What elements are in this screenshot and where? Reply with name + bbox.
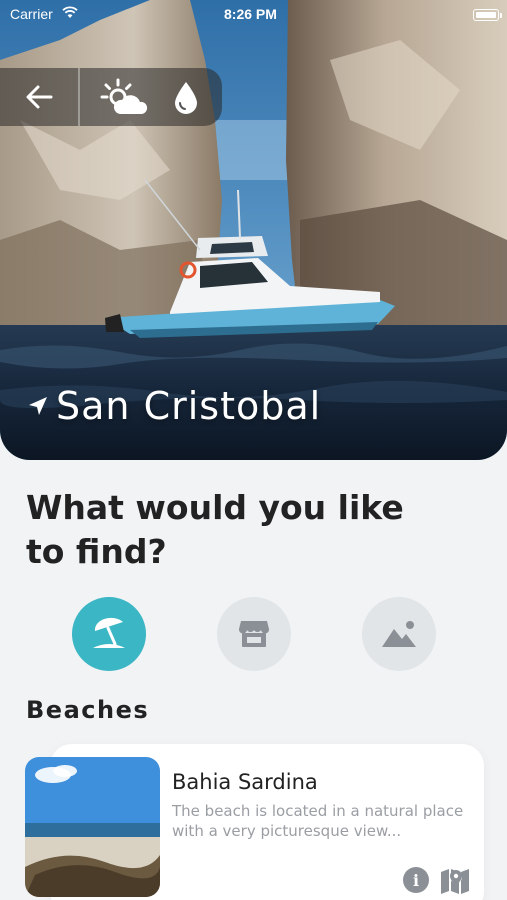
- battery-icon: [473, 9, 502, 21]
- location-name: San Cristobal: [56, 384, 322, 428]
- water-drop-icon[interactable]: [170, 80, 202, 116]
- partly-sunny-icon[interactable]: [100, 78, 150, 118]
- status-time: 8:26 PM: [224, 6, 277, 22]
- store-icon: [238, 621, 270, 647]
- category-landscapes-button[interactable]: [362, 597, 436, 671]
- arrow-left-icon: [26, 85, 53, 109]
- header-toolbar: [0, 68, 222, 126]
- wifi-icon: [62, 6, 78, 18]
- location-title: San Cristobal: [26, 384, 321, 428]
- page-title: What would you like to find?: [26, 488, 404, 571]
- place-title: Bahia Sardina: [172, 770, 318, 794]
- map-icon[interactable]: [440, 866, 470, 894]
- landscape-icon: [382, 621, 416, 647]
- beach-photo: [25, 757, 160, 897]
- beach-umbrella-icon: [93, 617, 125, 648]
- hero-image: Carrier 8:26 PM San Cristobal: [0, 0, 507, 460]
- carrier-label: Carrier: [10, 6, 53, 22]
- place-description: The beach is located in a natural place …: [172, 802, 464, 840]
- navigation-arrow-icon: [29, 397, 47, 415]
- place-thumbnail: [25, 757, 160, 897]
- status-bar: Carrier 8:26 PM: [0, 0, 507, 30]
- category-stores-button[interactable]: [217, 597, 291, 671]
- section-title: Beaches: [26, 696, 150, 724]
- toolbar-divider: [78, 68, 80, 126]
- info-icon[interactable]: i: [403, 867, 429, 893]
- back-button[interactable]: [0, 68, 78, 126]
- category-beaches-button[interactable]: [72, 597, 146, 671]
